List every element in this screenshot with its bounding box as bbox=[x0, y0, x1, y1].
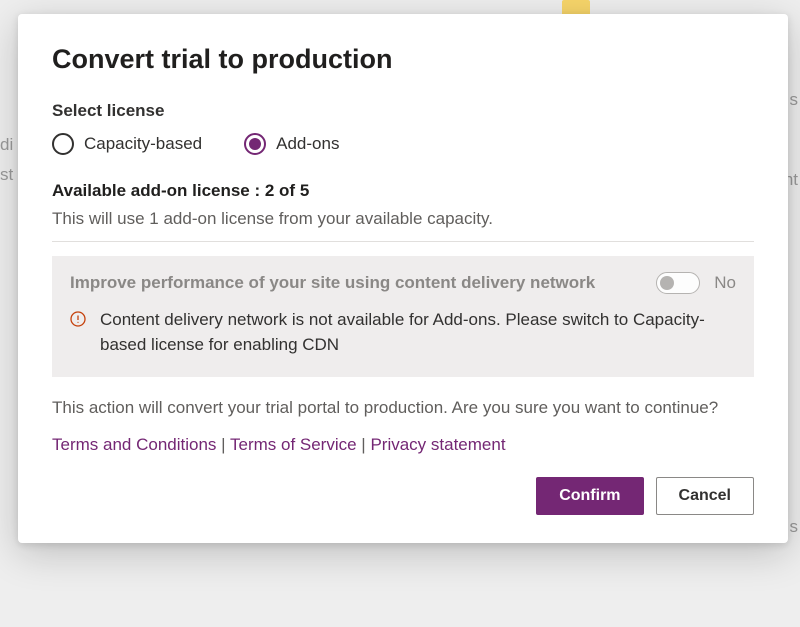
radio-add-ons[interactable]: Add-ons bbox=[244, 133, 339, 155]
toggle-knob-icon bbox=[660, 276, 674, 290]
radio-label: Capacity-based bbox=[84, 134, 202, 154]
info-icon bbox=[70, 311, 86, 327]
link-separator: | bbox=[357, 435, 371, 454]
cdn-toggle[interactable] bbox=[656, 272, 700, 294]
available-license-desc: This will use 1 add-on license from your… bbox=[52, 209, 754, 229]
select-license-label: Select license bbox=[52, 101, 754, 121]
confirm-text: This action will convert your trial port… bbox=[52, 395, 754, 421]
radio-icon bbox=[52, 133, 74, 155]
convert-trial-dialog: Convert trial to production Select licen… bbox=[18, 14, 788, 543]
radio-label: Add-ons bbox=[276, 134, 339, 154]
dialog-button-row: Confirm Cancel bbox=[52, 477, 754, 515]
license-radio-group: Capacity-based Add-ons bbox=[52, 133, 754, 155]
legal-links: Terms and Conditions | Terms of Service … bbox=[52, 435, 754, 455]
cancel-button[interactable]: Cancel bbox=[656, 477, 754, 515]
cdn-panel: Improve performance of your site using c… bbox=[52, 256, 754, 377]
cdn-title: Improve performance of your site using c… bbox=[70, 273, 644, 293]
link-terms-service[interactable]: Terms of Service bbox=[230, 435, 357, 454]
link-terms-conditions[interactable]: Terms and Conditions bbox=[52, 435, 216, 454]
dialog-title: Convert trial to production bbox=[52, 44, 754, 75]
cdn-message: Content delivery network is not availabl… bbox=[100, 308, 736, 357]
available-license-label: Available add-on license : 2 of 5 bbox=[52, 181, 754, 201]
link-separator: | bbox=[216, 435, 230, 454]
confirm-button[interactable]: Confirm bbox=[536, 477, 643, 515]
radio-capacity-based[interactable]: Capacity-based bbox=[52, 133, 202, 155]
divider bbox=[52, 241, 754, 242]
radio-icon bbox=[244, 133, 266, 155]
cdn-toggle-label: No bbox=[714, 273, 736, 293]
link-privacy[interactable]: Privacy statement bbox=[370, 435, 505, 454]
